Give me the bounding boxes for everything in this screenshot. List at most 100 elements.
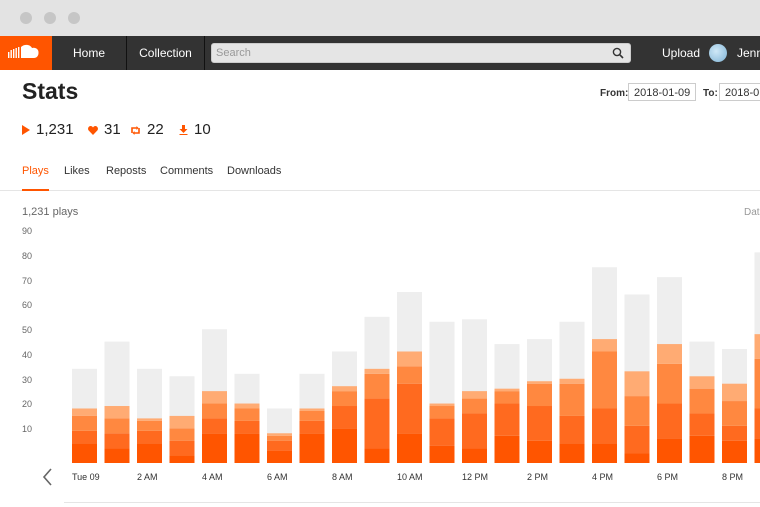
bar-segment[interactable]	[104, 433, 130, 449]
bar-segment[interactable]	[137, 420, 162, 431]
bar-segment[interactable]	[754, 438, 760, 463]
bar-segment[interactable]	[494, 391, 520, 404]
y-tick-label: 40	[22, 349, 33, 360]
bar-segment[interactable]	[527, 406, 552, 441]
bar-segment[interactable]	[364, 398, 390, 449]
bar-segment[interactable]	[527, 440, 552, 463]
bar-segment[interactable]	[364, 448, 390, 463]
bar-segment[interactable]	[332, 428, 357, 463]
bar-segment[interactable]	[559, 383, 585, 416]
bar-segment[interactable]	[754, 408, 760, 439]
bar-segment[interactable]	[624, 425, 650, 454]
bar-segment[interactable]	[234, 408, 260, 421]
bar-segment[interactable]	[169, 455, 195, 463]
bar-segment[interactable]	[137, 418, 162, 421]
bar-segment[interactable]	[462, 391, 487, 399]
bar-segment[interactable]	[462, 398, 487, 414]
bar-segment[interactable]	[72, 430, 97, 444]
bar-segment[interactable]	[429, 406, 455, 419]
x-tick-label: 12 PM	[462, 472, 489, 482]
bar-segment[interactable]	[657, 403, 682, 439]
bar-segment[interactable]	[72, 408, 97, 416]
bar-segment[interactable]	[689, 388, 715, 414]
bar-segment[interactable]	[592, 339, 617, 352]
bar-segment[interactable]	[689, 376, 715, 389]
bar-segment[interactable]	[234, 420, 260, 434]
bar-segment[interactable]	[592, 408, 617, 444]
y-tick-label: 90	[22, 226, 33, 236]
bar-segment[interactable]	[267, 450, 292, 463]
x-tick-label: 10 AM	[397, 472, 423, 482]
bar-segment[interactable]	[267, 433, 292, 436]
x-tick-label: 4 AM	[202, 472, 223, 482]
y-tick-label: 10	[22, 424, 33, 435]
bar-segment[interactable]	[722, 383, 747, 402]
bar-segment[interactable]	[559, 415, 585, 444]
bar-segment[interactable]	[462, 448, 487, 463]
bar-segment[interactable]	[559, 378, 585, 384]
bar-segment[interactable]	[104, 448, 130, 463]
bar-segment[interactable]	[299, 410, 325, 421]
bar-segment[interactable]	[624, 396, 650, 426]
bar-segment[interactable]	[72, 415, 97, 431]
bar-segment[interactable]	[657, 344, 682, 364]
bar-segment[interactable]	[104, 418, 130, 434]
bar-segment[interactable]	[462, 413, 487, 449]
x-tick-label: 2 PM	[527, 472, 549, 482]
bar-segment[interactable]	[722, 440, 747, 463]
bar-segment[interactable]	[559, 443, 585, 463]
y-tick-label: 60	[22, 300, 33, 311]
bar-segment[interactable]	[429, 418, 455, 446]
bar-segment[interactable]	[169, 428, 195, 441]
bar-segment[interactable]	[754, 358, 760, 409]
y-tick-label: 20	[22, 399, 33, 410]
bar-segment[interactable]	[397, 366, 422, 384]
bar-segment[interactable]	[202, 433, 227, 463]
bar-segment[interactable]	[332, 386, 357, 392]
y-tick-label: 50	[22, 325, 33, 336]
bar-segment[interactable]	[299, 420, 325, 434]
bar-segment[interactable]	[657, 438, 682, 463]
bar-segment[interactable]	[364, 368, 390, 374]
bar-segment[interactable]	[494, 388, 520, 392]
x-tick-label: 8 AM	[332, 472, 353, 482]
bar-segment[interactable]	[299, 408, 325, 411]
chevron-left-icon[interactable]	[40, 466, 56, 488]
bar-segment[interactable]	[527, 381, 552, 384]
bar-segment[interactable]	[429, 403, 455, 407]
bar-segment[interactable]	[202, 403, 227, 419]
bar-segment[interactable]	[657, 363, 682, 404]
bar-segment[interactable]	[169, 415, 195, 429]
bar-segment[interactable]	[267, 440, 292, 451]
bar-segment[interactable]	[137, 430, 162, 444]
bar-segment[interactable]	[527, 383, 552, 407]
bar-segment[interactable]	[104, 406, 130, 419]
bar-segment[interactable]	[754, 334, 760, 359]
bar-segment[interactable]	[202, 391, 227, 404]
bar-segment[interactable]	[332, 406, 357, 429]
bar-segment[interactable]	[592, 351, 617, 409]
bar-segment[interactable]	[234, 433, 260, 463]
bar-segment[interactable]	[624, 453, 650, 463]
bar-segment[interactable]	[592, 443, 617, 463]
bar-segment[interactable]	[332, 391, 357, 407]
bar-segment[interactable]	[494, 403, 520, 436]
bar-segment[interactable]	[169, 440, 195, 456]
bar-segment[interactable]	[624, 371, 650, 397]
bar-segment[interactable]	[72, 443, 97, 463]
bar-segment[interactable]	[234, 403, 260, 409]
bar-segment[interactable]	[299, 433, 325, 463]
bar-segment[interactable]	[202, 418, 227, 434]
bar-segment[interactable]	[689, 435, 715, 463]
bar-segment[interactable]	[689, 413, 715, 436]
bar-segment[interactable]	[397, 433, 422, 463]
bar-segment[interactable]	[429, 445, 455, 463]
bar-segment[interactable]	[397, 383, 422, 434]
bar-segment[interactable]	[494, 435, 520, 463]
bar-segment[interactable]	[722, 401, 747, 426]
bar-segment[interactable]	[267, 435, 292, 441]
bar-segment[interactable]	[364, 373, 390, 399]
bar-segment[interactable]	[722, 425, 747, 441]
bar-segment[interactable]	[397, 351, 422, 367]
bar-segment[interactable]	[137, 443, 162, 463]
